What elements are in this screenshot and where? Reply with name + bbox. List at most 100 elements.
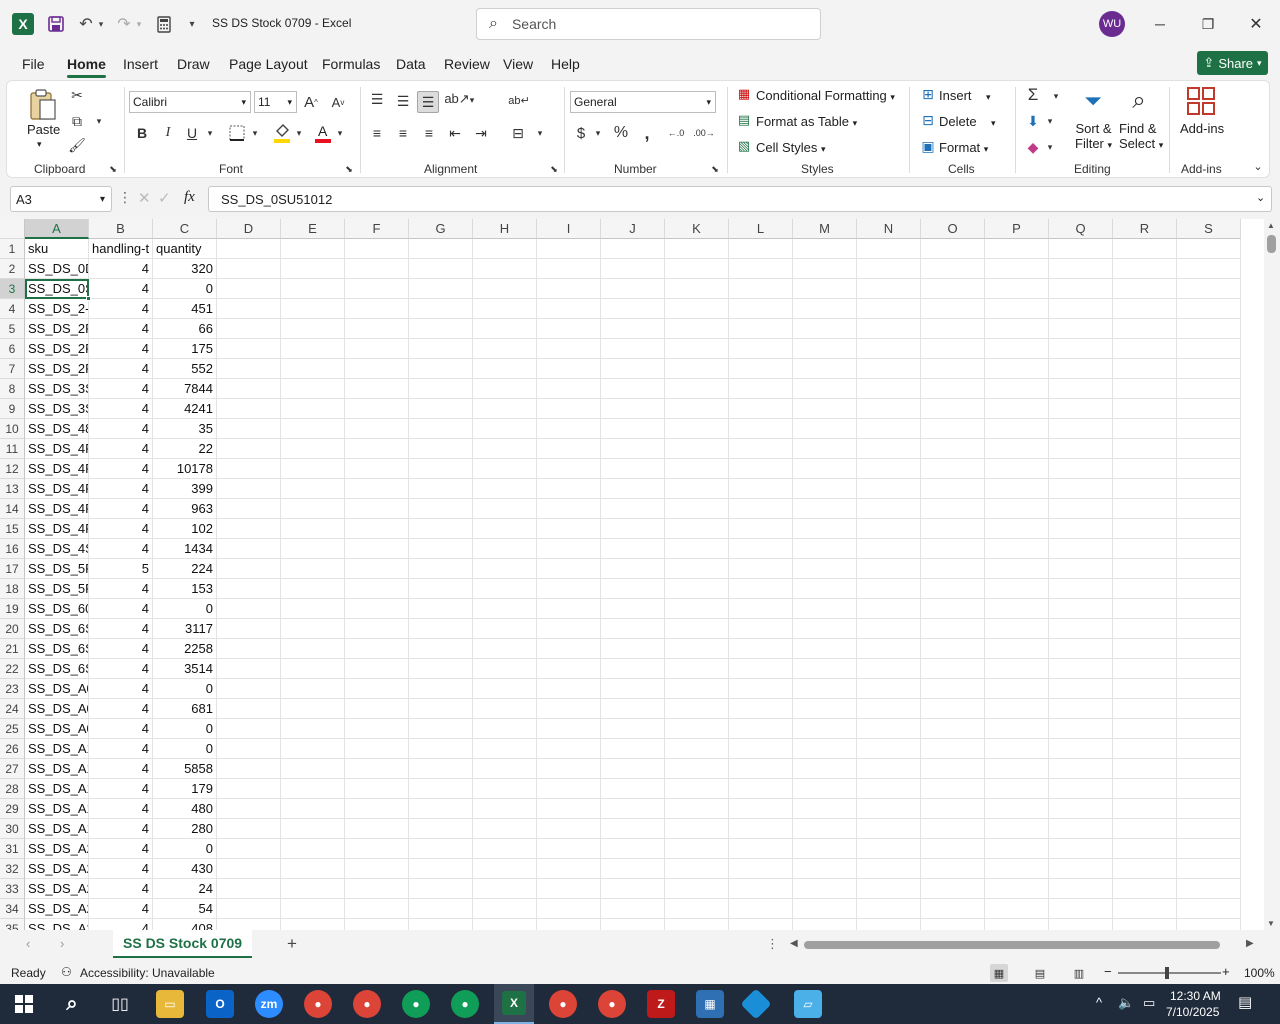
cell-f26[interactable]: [345, 739, 409, 759]
cell-f13[interactable]: [345, 479, 409, 499]
cell-q32[interactable]: [1049, 859, 1113, 879]
cell-e16[interactable]: [281, 539, 345, 559]
cell-r29[interactable]: [1113, 799, 1177, 819]
cell-r32[interactable]: [1113, 859, 1177, 879]
cut-icon[interactable]: ✂: [67, 85, 87, 105]
scroll-left-icon[interactable]: ◀: [790, 938, 798, 949]
cell-h35[interactable]: [473, 919, 537, 930]
cell-n1[interactable]: [857, 239, 921, 259]
row-header-3[interactable]: 3: [0, 279, 25, 299]
cell-j29[interactable]: [601, 799, 665, 819]
cell-a23[interactable]: SS_DS_A0: [25, 679, 89, 699]
row-header-34[interactable]: 34: [0, 899, 25, 919]
cell-c27[interactable]: 5858: [153, 759, 217, 779]
cell-r22[interactable]: [1113, 659, 1177, 679]
cell-d16[interactable]: [217, 539, 281, 559]
cell-a11[interactable]: SS_DS_4P: [25, 439, 89, 459]
cell-r6[interactable]: [1113, 339, 1177, 359]
cell-g11[interactable]: [409, 439, 473, 459]
alignment-launcher-icon[interactable]: ⬊: [548, 163, 560, 175]
cell-j8[interactable]: [601, 379, 665, 399]
cell-k2[interactable]: [665, 259, 729, 279]
row-header-24[interactable]: 24: [0, 699, 25, 719]
cell-c12[interactable]: 10178: [153, 459, 217, 479]
cell-g24[interactable]: [409, 699, 473, 719]
row-header-10[interactable]: 10: [0, 419, 25, 439]
increase-decimal-icon[interactable]: ←.0: [665, 123, 687, 143]
sort-filter-button[interactable]: Sort & Filter ▾: [1075, 121, 1112, 151]
cell-g28[interactable]: [409, 779, 473, 799]
row-header-19[interactable]: 19: [0, 599, 25, 619]
fill-color-icon[interactable]: [272, 121, 292, 145]
row-header-1[interactable]: 1: [0, 239, 25, 259]
fill-dropdown-icon[interactable]: ▾: [1045, 114, 1055, 128]
cell-o31[interactable]: [921, 839, 985, 859]
cell-m18[interactable]: [793, 579, 857, 599]
cell-s6[interactable]: [1177, 339, 1241, 359]
cell-a35[interactable]: SS_DS_A2: [25, 919, 89, 930]
cell-n5[interactable]: [857, 319, 921, 339]
cell-k24[interactable]: [665, 699, 729, 719]
cell-l12[interactable]: [729, 459, 793, 479]
cell-f33[interactable]: [345, 879, 409, 899]
comma-style-icon[interactable]: ,: [639, 123, 655, 143]
cell-h13[interactable]: [473, 479, 537, 499]
cell-l31[interactable]: [729, 839, 793, 859]
cell-a24[interactable]: SS_DS_A0: [25, 699, 89, 719]
cell-q23[interactable]: [1049, 679, 1113, 699]
cell-k12[interactable]: [665, 459, 729, 479]
collapse-ribbon-icon[interactable]: ⌄: [1251, 159, 1265, 173]
cell-s3[interactable]: [1177, 279, 1241, 299]
cell-e31[interactable]: [281, 839, 345, 859]
show-hidden-icons[interactable]: ^: [1096, 995, 1102, 1010]
decrease-font-icon[interactable]: Av: [328, 91, 348, 113]
row-header-35[interactable]: 35: [0, 919, 25, 930]
cell-e33[interactable]: [281, 879, 345, 899]
wrap-text-icon[interactable]: ab↵: [508, 89, 529, 111]
close-icon[interactable]: ✕: [1244, 12, 1268, 36]
cell-b22[interactable]: 4: [89, 659, 153, 679]
cell-d31[interactable]: [217, 839, 281, 859]
cell-d30[interactable]: [217, 819, 281, 839]
cell-m6[interactable]: [793, 339, 857, 359]
cell-o23[interactable]: [921, 679, 985, 699]
cell-l27[interactable]: [729, 759, 793, 779]
cell-j27[interactable]: [601, 759, 665, 779]
row-header-22[interactable]: 22: [0, 659, 25, 679]
cell-o4[interactable]: [921, 299, 985, 319]
cell-s7[interactable]: [1177, 359, 1241, 379]
cell-c32[interactable]: 430: [153, 859, 217, 879]
cell-i34[interactable]: [537, 899, 601, 919]
cell-o9[interactable]: [921, 399, 985, 419]
cell-s9[interactable]: [1177, 399, 1241, 419]
cell-r8[interactable]: [1113, 379, 1177, 399]
column-header-k[interactable]: K: [665, 219, 729, 239]
cell-j21[interactable]: [601, 639, 665, 659]
tab-formulas[interactable]: Formulas: [322, 56, 380, 72]
cell-a1[interactable]: sku: [25, 239, 89, 259]
cell-i23[interactable]: [537, 679, 601, 699]
cell-g33[interactable]: [409, 879, 473, 899]
cell-l1[interactable]: [729, 239, 793, 259]
cell-o6[interactable]: [921, 339, 985, 359]
cell-d6[interactable]: [217, 339, 281, 359]
cell-c16[interactable]: 1434: [153, 539, 217, 559]
cell-a9[interactable]: SS_DS_3S: [25, 399, 89, 419]
cell-k33[interactable]: [665, 879, 729, 899]
sheet-options-icon[interactable]: ⋮: [766, 936, 779, 952]
cell-s25[interactable]: [1177, 719, 1241, 739]
cell-o17[interactable]: [921, 559, 985, 579]
paste-dropdown-icon[interactable]: ▾: [37, 139, 42, 150]
cell-n29[interactable]: [857, 799, 921, 819]
percent-icon[interactable]: %: [611, 123, 631, 143]
cell-d35[interactable]: [217, 919, 281, 930]
cell-m11[interactable]: [793, 439, 857, 459]
cell-n22[interactable]: [857, 659, 921, 679]
cell-j23[interactable]: [601, 679, 665, 699]
share-button[interactable]: ⇪ Share ▾: [1197, 51, 1268, 75]
add-ins-icon[interactable]: [1185, 85, 1217, 117]
cell-a22[interactable]: SS_DS_6S: [25, 659, 89, 679]
cell-q4[interactable]: [1049, 299, 1113, 319]
cell-e26[interactable]: [281, 739, 345, 759]
cell-m19[interactable]: [793, 599, 857, 619]
